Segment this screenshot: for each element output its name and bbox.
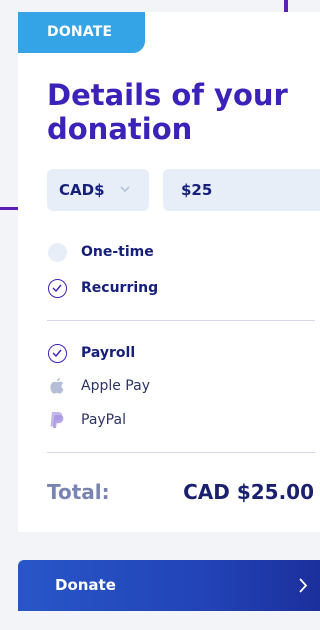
amount-input[interactable]: $25 (163, 169, 320, 211)
radio-empty-icon (47, 242, 67, 262)
payment-label: Apple Pay (81, 378, 150, 394)
apple-icon (47, 376, 67, 396)
total-amount: CAD $25.00 (183, 480, 314, 504)
payment-option-apple-pay[interactable]: Apple Pay (47, 374, 150, 398)
frequency-option-recurring[interactable]: Recurring (47, 276, 158, 300)
chevron-down-icon (119, 169, 131, 228)
section-divider (47, 452, 315, 453)
total-label: Total: (47, 480, 110, 504)
frequency-option-one-time[interactable]: One-time (47, 240, 154, 264)
payment-label: Payroll (81, 345, 136, 361)
payment-label: PayPal (81, 412, 126, 428)
frequency-label: One-time (81, 244, 154, 260)
payment-option-payroll[interactable]: Payroll (47, 341, 135, 365)
paypal-icon (47, 410, 67, 430)
check-circle-icon (47, 343, 67, 363)
currency-value: CAD$ (59, 181, 105, 199)
frequency-label: Recurring (81, 280, 159, 296)
chevron-right-icon (298, 560, 308, 630)
donate-button[interactable]: Donate (18, 560, 320, 611)
decorative-corner-line (284, 0, 288, 12)
amount-value: $25 (181, 181, 213, 199)
donate-button-label: Donate (55, 576, 116, 594)
donate-tag: DONATE (18, 12, 145, 53)
page-title: Details of your donation (47, 78, 288, 146)
payment-option-paypal[interactable]: PayPal (47, 408, 126, 432)
check-circle-icon (47, 278, 67, 298)
section-divider (47, 320, 315, 321)
currency-select[interactable]: CAD$ (47, 169, 149, 211)
